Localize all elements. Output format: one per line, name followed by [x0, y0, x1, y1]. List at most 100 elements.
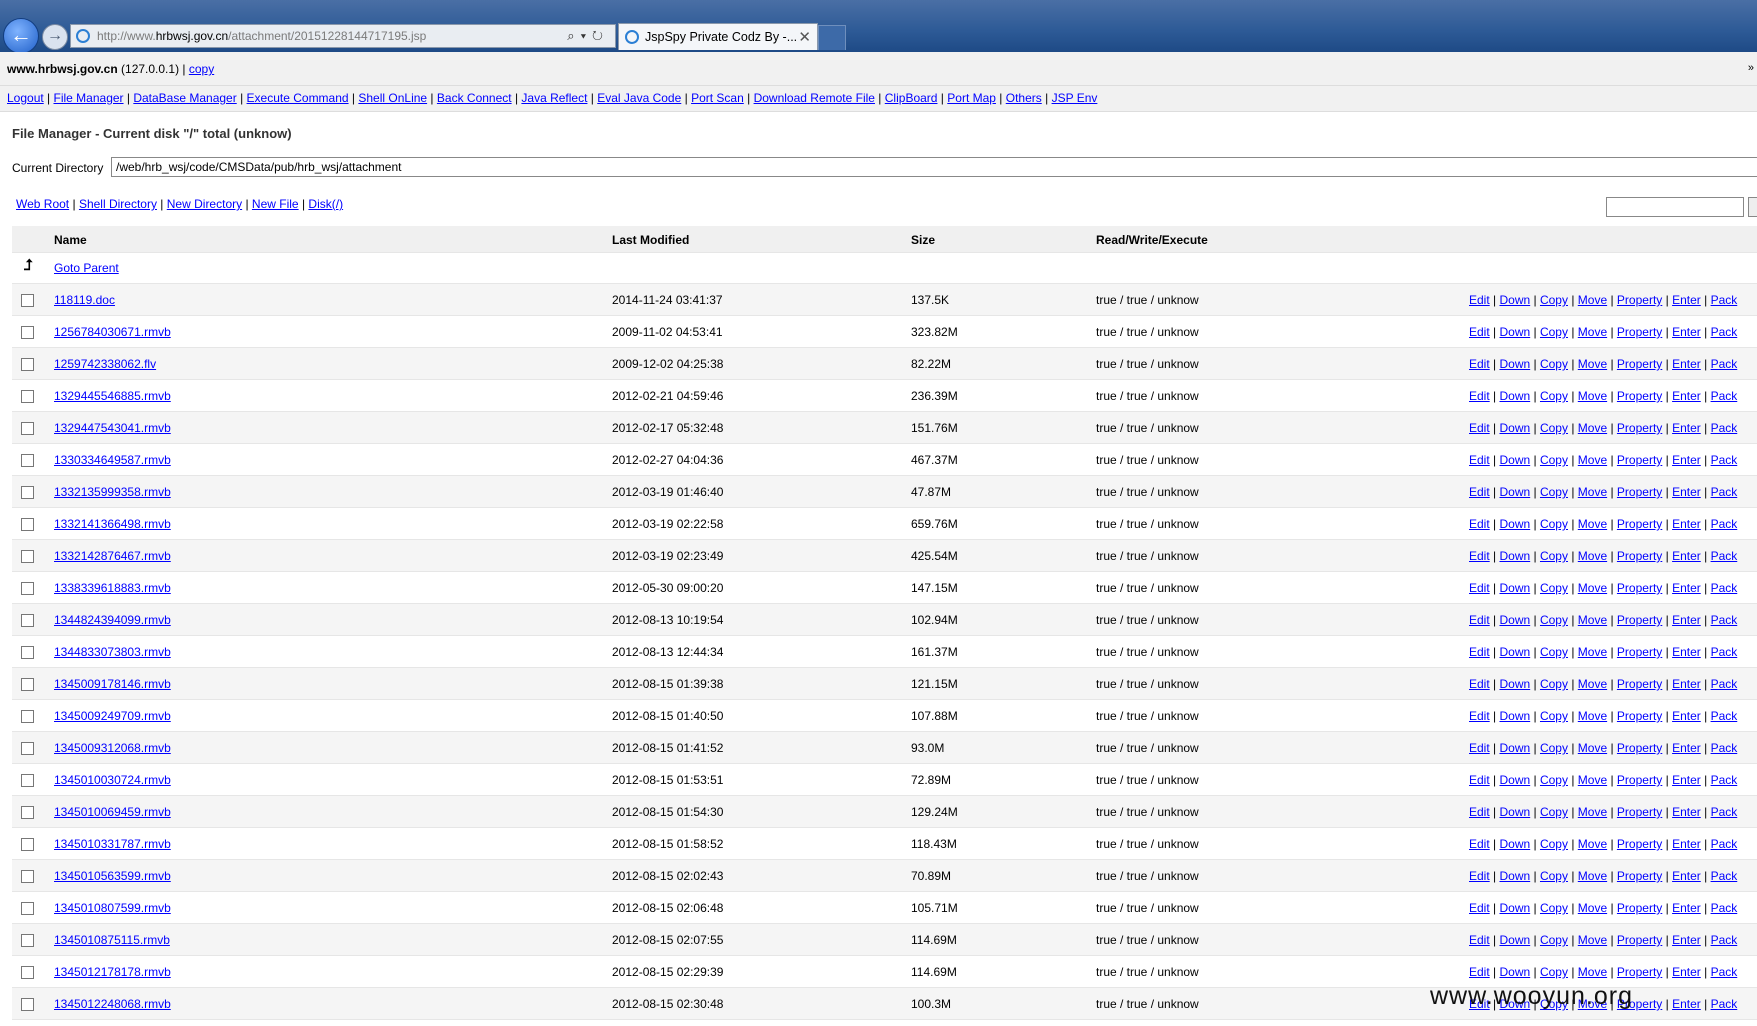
- forward-arrow-icon[interactable]: →: [42, 24, 68, 50]
- action-pack[interactable]: Pack: [1711, 933, 1738, 947]
- action-pack[interactable]: Pack: [1711, 357, 1738, 371]
- action-pack[interactable]: Pack: [1711, 389, 1738, 403]
- action-move[interactable]: Move: [1578, 805, 1607, 819]
- file-name-link[interactable]: 1345010563599.rmvb: [54, 869, 171, 883]
- action-down[interactable]: Down: [1499, 933, 1530, 947]
- action-move[interactable]: Move: [1578, 293, 1607, 307]
- action-move[interactable]: Move: [1578, 677, 1607, 691]
- action-down[interactable]: Down: [1499, 421, 1530, 435]
- file-name-link[interactable]: 1330334649587.rmvb: [54, 453, 171, 467]
- action-edit[interactable]: Edit: [1469, 965, 1490, 979]
- file-name-link[interactable]: 1345012248068.rmvb: [54, 997, 171, 1011]
- action-property[interactable]: Property: [1617, 485, 1662, 499]
- action-edit[interactable]: Edit: [1469, 357, 1490, 371]
- action-enter[interactable]: Enter: [1672, 997, 1701, 1011]
- action-pack[interactable]: Pack: [1711, 997, 1738, 1011]
- action-move[interactable]: Move: [1578, 325, 1607, 339]
- action-copy[interactable]: Copy: [1540, 485, 1568, 499]
- action-enter[interactable]: Enter: [1672, 901, 1701, 915]
- action-pack[interactable]: Pack: [1711, 805, 1738, 819]
- action-pack[interactable]: Pack: [1711, 837, 1738, 851]
- action-copy[interactable]: Copy: [1540, 613, 1568, 627]
- action-property[interactable]: Property: [1617, 933, 1662, 947]
- action-move[interactable]: Move: [1578, 517, 1607, 531]
- action-down[interactable]: Down: [1499, 549, 1530, 563]
- action-move[interactable]: Move: [1578, 453, 1607, 467]
- address-bar[interactable]: http://www.hrbwsj.gov.cn/attachment/2015…: [70, 24, 616, 48]
- action-property[interactable]: Property: [1617, 357, 1662, 371]
- new-tab-button[interactable]: [818, 25, 846, 50]
- nav-link-database-manager[interactable]: DataBase Manager: [133, 91, 236, 105]
- quick-link-new-directory[interactable]: New Directory: [167, 197, 242, 211]
- action-pack[interactable]: Pack: [1711, 485, 1738, 499]
- action-move[interactable]: Move: [1578, 485, 1607, 499]
- file-name-link[interactable]: 1344833073803.rmvb: [54, 645, 171, 659]
- action-enter[interactable]: Enter: [1672, 453, 1701, 467]
- action-enter[interactable]: Enter: [1672, 613, 1701, 627]
- row-checkbox[interactable]: [21, 838, 34, 851]
- file-name-link[interactable]: 1344824394099.rmvb: [54, 613, 171, 627]
- file-name-link[interactable]: 1345009249709.rmvb: [54, 709, 171, 723]
- action-copy[interactable]: Copy: [1540, 421, 1568, 435]
- row-checkbox[interactable]: [21, 582, 34, 595]
- browser-tab-active[interactable]: JspSpy Private Codz By -... ✕: [618, 23, 818, 50]
- action-down[interactable]: Down: [1499, 325, 1530, 339]
- action-copy[interactable]: Copy: [1540, 549, 1568, 563]
- action-move[interactable]: Move: [1578, 357, 1607, 371]
- action-property[interactable]: Property: [1617, 709, 1662, 723]
- action-edit[interactable]: Edit: [1469, 485, 1490, 499]
- action-copy[interactable]: Copy: [1540, 837, 1568, 851]
- action-pack[interactable]: Pack: [1711, 901, 1738, 915]
- action-enter[interactable]: Enter: [1672, 517, 1701, 531]
- row-checkbox[interactable]: [21, 774, 34, 787]
- row-checkbox[interactable]: [21, 806, 34, 819]
- row-checkbox[interactable]: [21, 742, 34, 755]
- action-enter[interactable]: Enter: [1672, 293, 1701, 307]
- action-edit[interactable]: Edit: [1469, 517, 1490, 531]
- file-name-link[interactable]: 1345009178146.rmvb: [54, 677, 171, 691]
- action-pack[interactable]: Pack: [1711, 869, 1738, 883]
- row-checkbox[interactable]: [21, 422, 34, 435]
- row-checkbox[interactable]: [21, 294, 34, 307]
- file-name-link[interactable]: 1345009312068.rmvb: [54, 741, 171, 755]
- file-name-link[interactable]: 1329445546885.rmvb: [54, 389, 171, 403]
- action-enter[interactable]: Enter: [1672, 645, 1701, 659]
- file-name-link[interactable]: 1332142876467.rmvb: [54, 549, 171, 563]
- nav-link-file-manager[interactable]: File Manager: [54, 91, 124, 105]
- action-pack[interactable]: Pack: [1711, 325, 1738, 339]
- row-checkbox[interactable]: [21, 870, 34, 883]
- action-enter[interactable]: Enter: [1672, 581, 1701, 595]
- action-move[interactable]: Move: [1578, 773, 1607, 787]
- goto-parent-link[interactable]: Goto Parent: [54, 261, 119, 275]
- action-copy[interactable]: Copy: [1540, 325, 1568, 339]
- action-copy[interactable]: Copy: [1540, 805, 1568, 819]
- nav-link-java-reflect[interactable]: Java Reflect: [521, 91, 587, 105]
- quick-link-new-file[interactable]: New File: [252, 197, 299, 211]
- action-enter[interactable]: Enter: [1672, 773, 1701, 787]
- action-enter[interactable]: Enter: [1672, 549, 1701, 563]
- action-pack[interactable]: Pack: [1711, 709, 1738, 723]
- nav-link-download-remote-file[interactable]: Download Remote File: [754, 91, 875, 105]
- action-copy[interactable]: Copy: [1540, 581, 1568, 595]
- action-property[interactable]: Property: [1617, 549, 1662, 563]
- file-name-link[interactable]: 1345010875115.rmvb: [54, 933, 170, 947]
- row-checkbox[interactable]: [21, 454, 34, 467]
- copy-link[interactable]: copy: [189, 62, 214, 76]
- action-move[interactable]: Move: [1578, 709, 1607, 723]
- action-pack[interactable]: Pack: [1711, 517, 1738, 531]
- action-down[interactable]: Down: [1499, 677, 1530, 691]
- action-edit[interactable]: Edit: [1469, 805, 1490, 819]
- action-property[interactable]: Property: [1617, 869, 1662, 883]
- row-checkbox[interactable]: [21, 966, 34, 979]
- action-move[interactable]: Move: [1578, 741, 1607, 755]
- action-edit[interactable]: Edit: [1469, 901, 1490, 915]
- action-edit[interactable]: Edit: [1469, 773, 1490, 787]
- current-directory-input[interactable]: [111, 157, 1757, 177]
- action-copy[interactable]: Copy: [1540, 645, 1568, 659]
- action-edit[interactable]: Edit: [1469, 741, 1490, 755]
- address-tools-icon[interactable]: ⌕▾↻: [567, 28, 609, 44]
- action-edit[interactable]: Edit: [1469, 389, 1490, 403]
- file-name-link[interactable]: 118119.doc: [54, 293, 115, 307]
- action-pack[interactable]: Pack: [1711, 645, 1738, 659]
- action-down[interactable]: Down: [1499, 709, 1530, 723]
